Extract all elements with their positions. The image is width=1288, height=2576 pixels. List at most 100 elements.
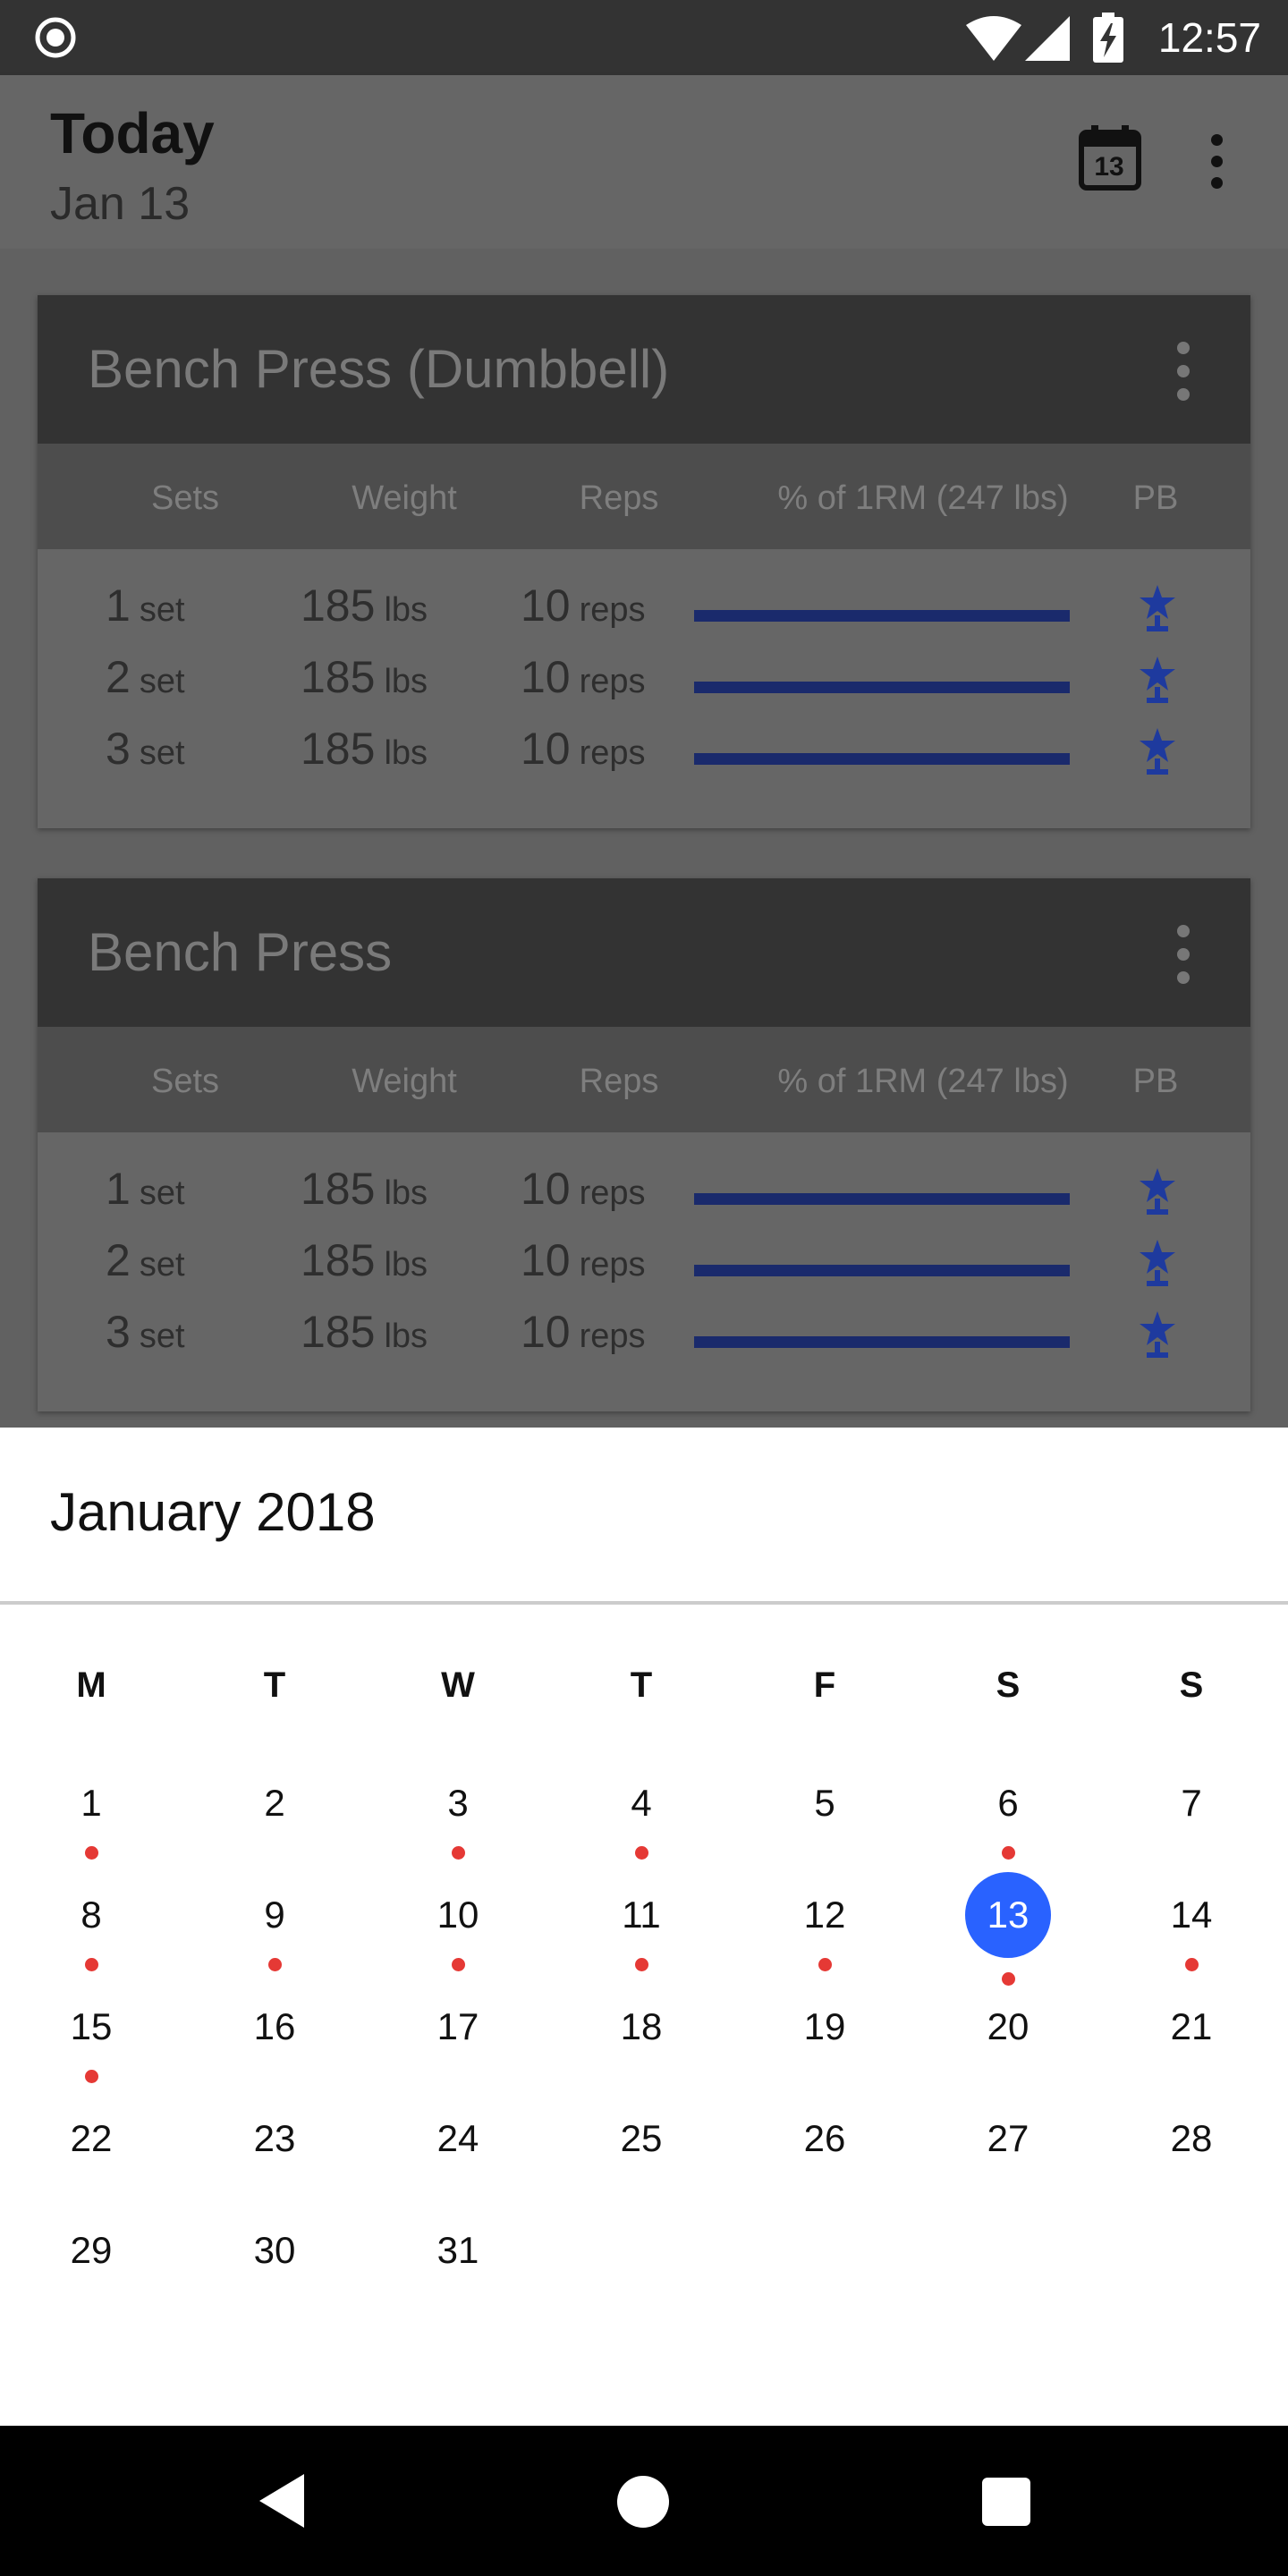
back-icon[interactable] xyxy=(258,2472,308,2529)
calendar-day-label: 19 xyxy=(803,2005,846,2047)
wifi-icon xyxy=(966,16,1021,61)
calendar-day-label: 20 xyxy=(987,2005,1030,2047)
calendar-day[interactable]: 10 xyxy=(404,1888,512,1987)
calendar-day-label: 4 xyxy=(631,1782,652,1824)
calendar-day[interactable]: 27 xyxy=(954,2112,1062,2210)
calendar-day[interactable]: 19 xyxy=(771,2000,878,2098)
recents-icon[interactable] xyxy=(982,2478,1030,2526)
exercise-card[interactable]: Bench Press (Dumbbell) Sets Weight Reps % of… xyxy=(38,295,1250,828)
set-weight: 185 lbs xyxy=(301,1306,428,1358)
signal-icon xyxy=(1025,16,1070,61)
calendar-day[interactable]: 7 xyxy=(1138,1776,1245,1875)
more-vert-icon[interactable] xyxy=(1199,134,1241,197)
workout-dot-icon xyxy=(85,2070,98,2083)
set-row[interactable]: 1 set 185 lbs 10 reps xyxy=(38,580,1250,651)
calendar-day-label: 15 xyxy=(70,2005,113,2047)
card-header: Bench Press (Dumbbell) xyxy=(38,295,1250,444)
calendar-day[interactable]: 1 xyxy=(38,1776,145,1875)
calendar-day[interactable]: 12 xyxy=(771,1888,878,1987)
calendar-day-label: 2 xyxy=(264,1782,285,1824)
set-row[interactable]: 2 set 185 lbs 10 reps xyxy=(38,651,1250,723)
set-weight: 185 lbs xyxy=(301,580,428,631)
set-reps-unit: reps xyxy=(579,734,646,772)
calendar-day-label: 7 xyxy=(1181,1782,1202,1824)
calendar-day[interactable]: 14 xyxy=(1138,1888,1245,1987)
set-number-value: 3 xyxy=(106,1307,131,1357)
calendar-day[interactable]: 31 xyxy=(404,2224,512,2322)
set-weight-value: 185 xyxy=(301,1235,376,1285)
home-icon[interactable] xyxy=(617,2476,669,2528)
set-reps-value: 10 xyxy=(521,580,571,631)
calendar-day-label: 13 xyxy=(987,1894,1030,1936)
calendar-day-label: 26 xyxy=(803,2117,846,2159)
calendar-day[interactable]: 29 xyxy=(38,2224,145,2322)
calendar-day-label: 1 xyxy=(80,1782,102,1824)
calendar-day[interactable]: 3 xyxy=(404,1776,512,1875)
weekday-label: W xyxy=(441,1665,475,1705)
calendar-day[interactable]: 23 xyxy=(221,2112,328,2210)
set-reps-value: 10 xyxy=(521,1164,571,1214)
set-weight-unit: lbs xyxy=(384,591,428,629)
set-row[interactable]: 2 set 185 lbs 10 reps xyxy=(38,1234,1250,1306)
calendar-day-label: 10 xyxy=(436,1894,479,1936)
calendar-day[interactable]: 4 xyxy=(588,1776,695,1875)
calendar-day-label: 28 xyxy=(1170,2117,1213,2159)
set-reps: 10 reps xyxy=(521,1306,646,1358)
set-reps-unit: reps xyxy=(579,1246,646,1284)
status-time: 12:57 xyxy=(1157,14,1261,61)
one-rm-bar xyxy=(694,1193,1070,1205)
workout-dot-icon xyxy=(268,1958,282,1971)
calendar-day[interactable]: 11 xyxy=(588,1888,695,1987)
navigation-bar xyxy=(0,2426,1288,2576)
column-headers: Sets Weight Reps % of 1RM (247 lbs) PB xyxy=(38,1027,1250,1132)
calendar-day[interactable]: 22 xyxy=(38,2112,145,2210)
calendar-day[interactable]: 9 xyxy=(221,1888,328,1987)
calendar-day[interactable]: 28 xyxy=(1138,2112,1245,2210)
workout-dot-icon xyxy=(85,1958,98,1971)
set-number-value: 2 xyxy=(106,1235,131,1285)
set-reps: 10 reps xyxy=(521,1234,646,1286)
calendar-day[interactable]: 15 xyxy=(38,2000,145,2098)
status-bar: 12:57 xyxy=(0,0,1288,75)
set-weight: 185 lbs xyxy=(301,1163,428,1215)
one-rm-bar xyxy=(694,682,1070,693)
calendar-day[interactable]: 2 xyxy=(221,1776,328,1875)
card-header: Bench Press xyxy=(38,878,1250,1027)
card-more-icon[interactable] xyxy=(1166,925,1202,984)
calendar-day-label: 29 xyxy=(70,2229,113,2271)
set-weight: 185 lbs xyxy=(301,651,428,703)
calendar-day[interactable]: 26 xyxy=(771,2112,878,2210)
calendar-day[interactable]: 8 xyxy=(38,1888,145,1987)
set-weight: 185 lbs xyxy=(301,723,428,775)
battery-charging-icon xyxy=(1093,13,1123,63)
calendar-day[interactable]: 6 xyxy=(954,1776,1062,1875)
notification-icon xyxy=(35,17,76,58)
exercise-card[interactable]: Bench Press Sets Weight Reps % of 1RM (247 l… xyxy=(38,878,1250,1411)
calendar-day[interactable]: 13 xyxy=(954,1872,1062,1987)
column-header-one-rm: % of 1RM (247 lbs) xyxy=(777,1063,1069,1100)
calendar-day-label: 6 xyxy=(997,1782,1019,1824)
set-row[interactable]: 1 set 185 lbs 10 reps xyxy=(38,1163,1250,1234)
calendar-day[interactable]: 20 xyxy=(954,2000,1062,2098)
column-headers: Sets Weight Reps % of 1RM (247 lbs) PB xyxy=(38,444,1250,549)
calendar-day[interactable]: 16 xyxy=(221,2000,328,2098)
set-row[interactable]: 3 set 185 lbs 10 reps xyxy=(38,723,1250,794)
calendar-button[interactable]: 13 xyxy=(1079,125,1150,206)
set-row[interactable]: 3 set 185 lbs 10 reps xyxy=(38,1306,1250,1377)
set-number: 1 set xyxy=(106,580,185,631)
calendar-day[interactable]: 17 xyxy=(404,2000,512,2098)
set-number-value: 1 xyxy=(106,580,131,631)
calendar-day[interactable]: 25 xyxy=(588,2112,695,2210)
card-more-icon[interactable] xyxy=(1166,342,1202,401)
column-header-reps: Reps xyxy=(579,479,659,517)
weekday-label: S xyxy=(1179,1665,1204,1705)
calendar-day[interactable]: 30 xyxy=(221,2224,328,2322)
calendar-day[interactable]: 5 xyxy=(771,1776,878,1875)
divider xyxy=(0,1601,1288,1605)
calendar-day[interactable]: 18 xyxy=(588,2000,695,2098)
pb-trophy-icon xyxy=(1140,657,1175,703)
calendar-day[interactable]: 24 xyxy=(404,2112,512,2210)
calendar-day[interactable]: 21 xyxy=(1138,2000,1245,2098)
calendar-day-label: 30 xyxy=(253,2229,296,2271)
set-number-unit: set xyxy=(139,1174,185,1212)
